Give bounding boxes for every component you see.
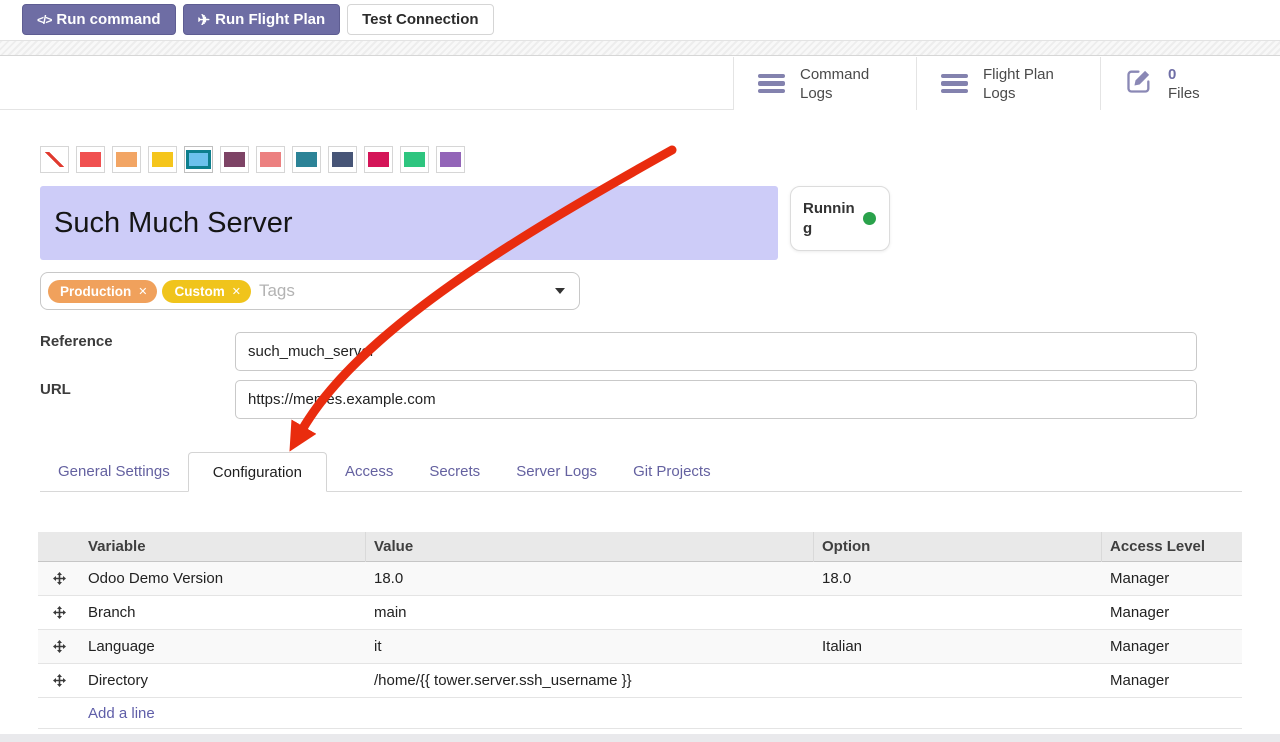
color-swatch[interactable] (364, 146, 393, 173)
color-swatch[interactable] (256, 146, 285, 173)
reference-label: Reference (40, 333, 113, 350)
cell-access-level[interactable]: Manager (1102, 604, 1242, 621)
cell-value[interactable]: it (366, 638, 814, 655)
url-input[interactable]: https://memes.example.com (235, 380, 1197, 419)
dropdown-caret-icon[interactable] (555, 288, 565, 294)
color-swatch[interactable] (292, 146, 321, 173)
flight-plan-logs-label: Flight Plan Logs (983, 65, 1075, 103)
test-connection-button[interactable]: Test Connection (347, 4, 493, 35)
status-button[interactable]: Running (790, 186, 890, 251)
color-swatch[interactable] (76, 146, 105, 173)
cell-variable[interactable]: Language (80, 638, 366, 655)
tab-general-settings[interactable]: General Settings (40, 452, 188, 491)
action-bar: </> Run command ✈ Run Flight Plan Test C… (0, 0, 1280, 40)
table-row[interactable]: Language it Italian Manager (38, 630, 1242, 664)
remove-tag-icon[interactable]: ✕ (232, 285, 241, 298)
list-icon (941, 74, 968, 94)
column-header-value: Value (366, 532, 814, 562)
variables-table: Variable Value Option Access Level Odoo … (38, 532, 1242, 729)
cell-value[interactable]: main (366, 604, 814, 621)
control-panel: Command Logs Flight Plan Logs 0 Files (0, 57, 1280, 110)
tags-input[interactable]: Production ✕ Custom ✕ Tags (40, 272, 580, 310)
column-header-access-level: Access Level (1102, 532, 1242, 562)
server-name-field[interactable]: Such Much Server (40, 186, 778, 260)
table-row[interactable]: Directory /home/{{ tower.server.ssh_user… (38, 664, 1242, 698)
code-icon: </> (37, 13, 51, 27)
tag-custom[interactable]: Custom ✕ (162, 280, 250, 303)
color-swatch[interactable] (436, 146, 465, 173)
files-label: Files (1168, 84, 1200, 103)
color-swatch-none[interactable] (40, 146, 69, 173)
cell-value[interactable]: /home/{{ tower.server.ssh_username }} (366, 672, 814, 689)
files-count: 0 (1168, 65, 1200, 84)
table-header: Variable Value Option Access Level (38, 532, 1242, 562)
run-flight-plan-label: Run Flight Plan (215, 11, 325, 28)
color-swatch[interactable] (328, 146, 357, 173)
run-command-label: Run command (56, 11, 160, 28)
drag-handle-icon[interactable] (53, 606, 66, 619)
status-dot-green (863, 212, 876, 225)
flight-plan-logs-button[interactable]: Flight Plan Logs (916, 57, 1100, 110)
cell-value[interactable]: 18.0 (366, 570, 814, 587)
cell-variable[interactable]: Odoo Demo Version (80, 570, 366, 587)
drag-handle-icon[interactable] (53, 572, 66, 585)
cell-access-level[interactable]: Manager (1102, 570, 1242, 587)
color-swatch[interactable] (220, 146, 249, 173)
footer-strip (0, 734, 1280, 742)
column-header-option: Option (814, 532, 1102, 562)
color-swatch[interactable] (400, 146, 429, 173)
remove-tag-icon[interactable]: ✕ (138, 285, 147, 298)
test-connection-label: Test Connection (362, 11, 478, 28)
command-logs-button[interactable]: Command Logs (733, 57, 916, 110)
page-title: Such Much Server (54, 207, 293, 240)
cell-variable[interactable]: Directory (80, 672, 366, 689)
color-palette (40, 146, 465, 173)
hatched-divider (0, 40, 1280, 56)
add-a-line-link[interactable]: Add a line (88, 705, 155, 722)
table-row[interactable]: Branch main Manager (38, 596, 1242, 630)
tab-git-projects[interactable]: Git Projects (615, 452, 729, 491)
cell-access-level[interactable]: Manager (1102, 672, 1242, 689)
status-label: Running (803, 199, 855, 239)
tab-secrets[interactable]: Secrets (411, 452, 498, 491)
color-swatch[interactable] (112, 146, 141, 173)
color-swatch[interactable] (148, 146, 177, 173)
list-icon (758, 74, 785, 94)
run-command-button[interactable]: </> Run command (22, 4, 176, 35)
drag-handle-icon[interactable] (53, 640, 66, 653)
add-line-row: Add a line (38, 698, 1242, 729)
tab-access[interactable]: Access (327, 452, 411, 491)
table-row[interactable]: Odoo Demo Version 18.0 18.0 Manager (38, 562, 1242, 596)
server-form-page: </> Run command ✈ Run Flight Plan Test C… (0, 0, 1280, 742)
drag-handle-icon[interactable] (53, 674, 66, 687)
cell-option[interactable]: Italian (814, 638, 1102, 655)
tab-server-logs[interactable]: Server Logs (498, 452, 615, 491)
notebook-tabs: General Settings Configuration Access Se… (40, 452, 1242, 492)
url-label: URL (40, 381, 71, 398)
plane-icon: ✈ (198, 11, 211, 29)
cell-access-level[interactable]: Manager (1102, 638, 1242, 655)
reference-input[interactable]: such_much_server (235, 332, 1197, 371)
cell-option[interactable]: 18.0 (814, 570, 1102, 587)
tag-label: Production (60, 284, 131, 299)
tag-label: Custom (174, 284, 224, 299)
cell-variable[interactable]: Branch (80, 604, 366, 621)
color-swatch-selected[interactable] (184, 146, 213, 173)
tag-production[interactable]: Production ✕ (48, 280, 157, 303)
edit-pencil-square-icon (1125, 67, 1153, 100)
column-header-variable: Variable (80, 532, 366, 562)
command-logs-label: Command Logs (800, 65, 892, 103)
tags-placeholder: Tags (259, 281, 295, 301)
run-flight-plan-button[interactable]: ✈ Run Flight Plan (183, 4, 341, 35)
tab-configuration[interactable]: Configuration (188, 452, 327, 492)
files-button[interactable]: 0 Files (1100, 57, 1280, 110)
